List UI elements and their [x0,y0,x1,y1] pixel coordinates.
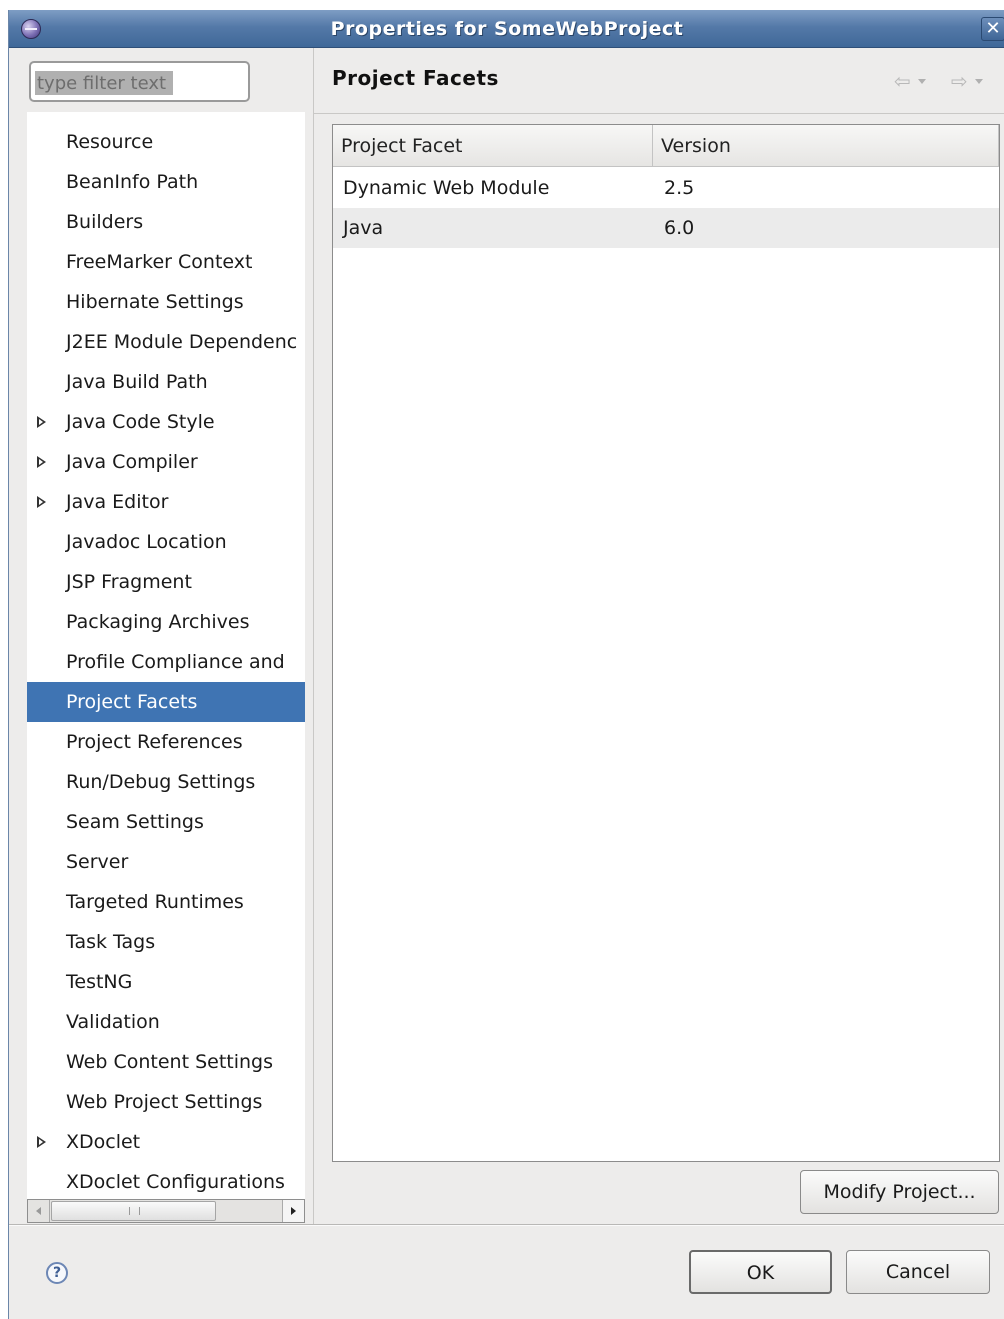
footer-divider-highlight [9,1225,1004,1226]
page-title: Project Facets [332,66,499,90]
version-cell: 6.0 [664,217,695,239]
tree-item[interactable]: Profile Compliance and [27,642,305,682]
tree-item[interactable]: Task Tags [27,922,305,962]
title-bar[interactable]: Properties for SomeWebProject ✕ [9,10,1004,48]
expand-arrow-icon[interactable] [37,416,46,428]
tree-item-label: JSP Fragment [66,571,192,593]
ok-button[interactable]: OK [689,1250,832,1294]
tree-item-label: BeanInfo Path [66,171,199,193]
forward-glyph: ⇨ [951,69,968,93]
tree-item-label: Java Code Style [66,411,215,433]
tree-item-label: Java Editor [66,491,169,513]
tree-item[interactable]: Java Compiler [27,442,305,482]
tree-item[interactable]: Validation [27,1002,305,1042]
tree-item-label: Project References [66,731,243,753]
tree-item[interactable]: Javadoc Location [27,522,305,562]
tree-item-label: Java Compiler [66,451,198,473]
tree-item[interactable]: Run/Debug Settings [27,762,305,802]
tree-item-label: Javadoc Location [66,531,227,553]
tree-item[interactable]: Hibernate Settings [27,282,305,322]
tree-item-label: Builders [66,211,144,233]
tree-item[interactable]: Seam Settings [27,802,305,842]
tree-item[interactable]: XDoclet Configurations [27,1162,305,1202]
tree-item-label: Web Project Settings [66,1091,263,1113]
modify-project-button[interactable]: Modify Project... [800,1170,999,1214]
filter-box [29,61,250,102]
scroll-right-arrow-icon[interactable] [282,1200,304,1222]
table-row[interactable]: Java 6.0 [333,208,999,248]
tree-item[interactable]: Project Facets [27,682,305,722]
tree-item[interactable]: XDoclet [27,1122,305,1162]
table-header: Project Facet Version [333,125,999,167]
tree-item-label: Run/Debug Settings [66,771,256,793]
tree-item-label: Seam Settings [66,811,204,833]
tree-item-label: XDoclet [66,1131,141,1153]
facet-cell: Java [343,217,384,239]
tree-item[interactable]: Targeted Runtimes [27,882,305,922]
tree-item-label: Task Tags [66,931,156,953]
tree-item[interactable]: Server [27,842,305,882]
tree-item-label: Hibernate Settings [66,291,244,313]
forward-arrow-icon[interactable]: ⇨ [951,70,989,94]
pane-divider[interactable] [313,48,314,1226]
tree-item-label: Project Facets [66,691,198,713]
tree-item[interactable]: J2EE Module Dependenc [27,322,305,362]
scroll-left-arrow-icon[interactable] [28,1200,50,1222]
tree-item-label: Web Content Settings [66,1051,273,1073]
facets-table: Project Facet Version Dynamic Web Module… [332,124,1000,1162]
tree-item-label: Targeted Runtimes [66,891,244,913]
tree-item[interactable]: Java Editor [27,482,305,522]
scroll-thumb[interactable] [51,1201,216,1221]
tree-item-label: Validation [66,1011,160,1033]
properties-dialog: Properties for SomeWebProject ✕ Resource… [8,10,1004,1319]
tree-item[interactable]: Java Code Style [27,402,305,442]
properties-tree: Resource BeanInfo Path Builders FreeMarker … [27,112,305,1210]
expand-arrow-icon[interactable] [37,496,46,508]
header-divider [314,113,1004,114]
tree-item-label: XDoclet Configurations [66,1171,285,1193]
tree-item[interactable]: FreeMarker Context [27,242,305,282]
tree-item-label: J2EE Module Dependenc [66,331,298,353]
tree-item-label: Resource [66,131,154,153]
help-icon[interactable]: ? [46,1262,68,1284]
tree-item[interactable]: TestNG [27,962,305,1002]
back-dropdown-caret-icon[interactable] [918,79,926,84]
version-cell: 2.5 [664,177,695,199]
cancel-button[interactable]: Cancel [846,1250,990,1294]
tree-item-label: TestNG [66,971,133,993]
expand-arrow-icon[interactable] [37,456,46,468]
tree-item-label: Profile Compliance and [66,651,285,673]
tree-item[interactable]: BeanInfo Path [27,162,305,202]
tree-item[interactable]: Web Project Settings [27,1082,305,1122]
tree-item[interactable]: Web Content Settings [27,1042,305,1082]
tree-horizontal-scrollbar[interactable] [27,1199,305,1223]
forward-dropdown-caret-icon[interactable] [975,79,983,84]
tree-item[interactable]: Project References [27,722,305,762]
facet-cell: Dynamic Web Module [343,177,550,199]
table-row[interactable]: Dynamic Web Module 2.5 [333,168,999,208]
tree-item-label: Server [66,851,129,873]
tree-item-label: Packaging Archives [66,611,250,633]
close-button[interactable]: ✕ [981,17,1004,41]
tree-item[interactable]: Packaging Archives [27,602,305,642]
back-arrow-icon[interactable]: ⇦ [894,70,932,94]
expand-arrow-icon[interactable] [37,1136,46,1148]
column-header-version[interactable]: Version [653,125,999,167]
tree-item-label: FreeMarker Context [66,251,253,273]
column-header-project-facet[interactable]: Project Facet [333,125,653,167]
tree-item[interactable]: JSP Fragment [27,562,305,602]
window-title: Properties for SomeWebProject [330,18,684,40]
tree-item[interactable]: Builders [27,202,305,242]
filter-input[interactable] [35,71,175,95]
tree-item[interactable]: Java Build Path [27,362,305,402]
back-glyph: ⇦ [894,69,911,93]
tree-item-label: Java Build Path [66,371,208,393]
tree-item[interactable]: Resource [27,122,305,162]
